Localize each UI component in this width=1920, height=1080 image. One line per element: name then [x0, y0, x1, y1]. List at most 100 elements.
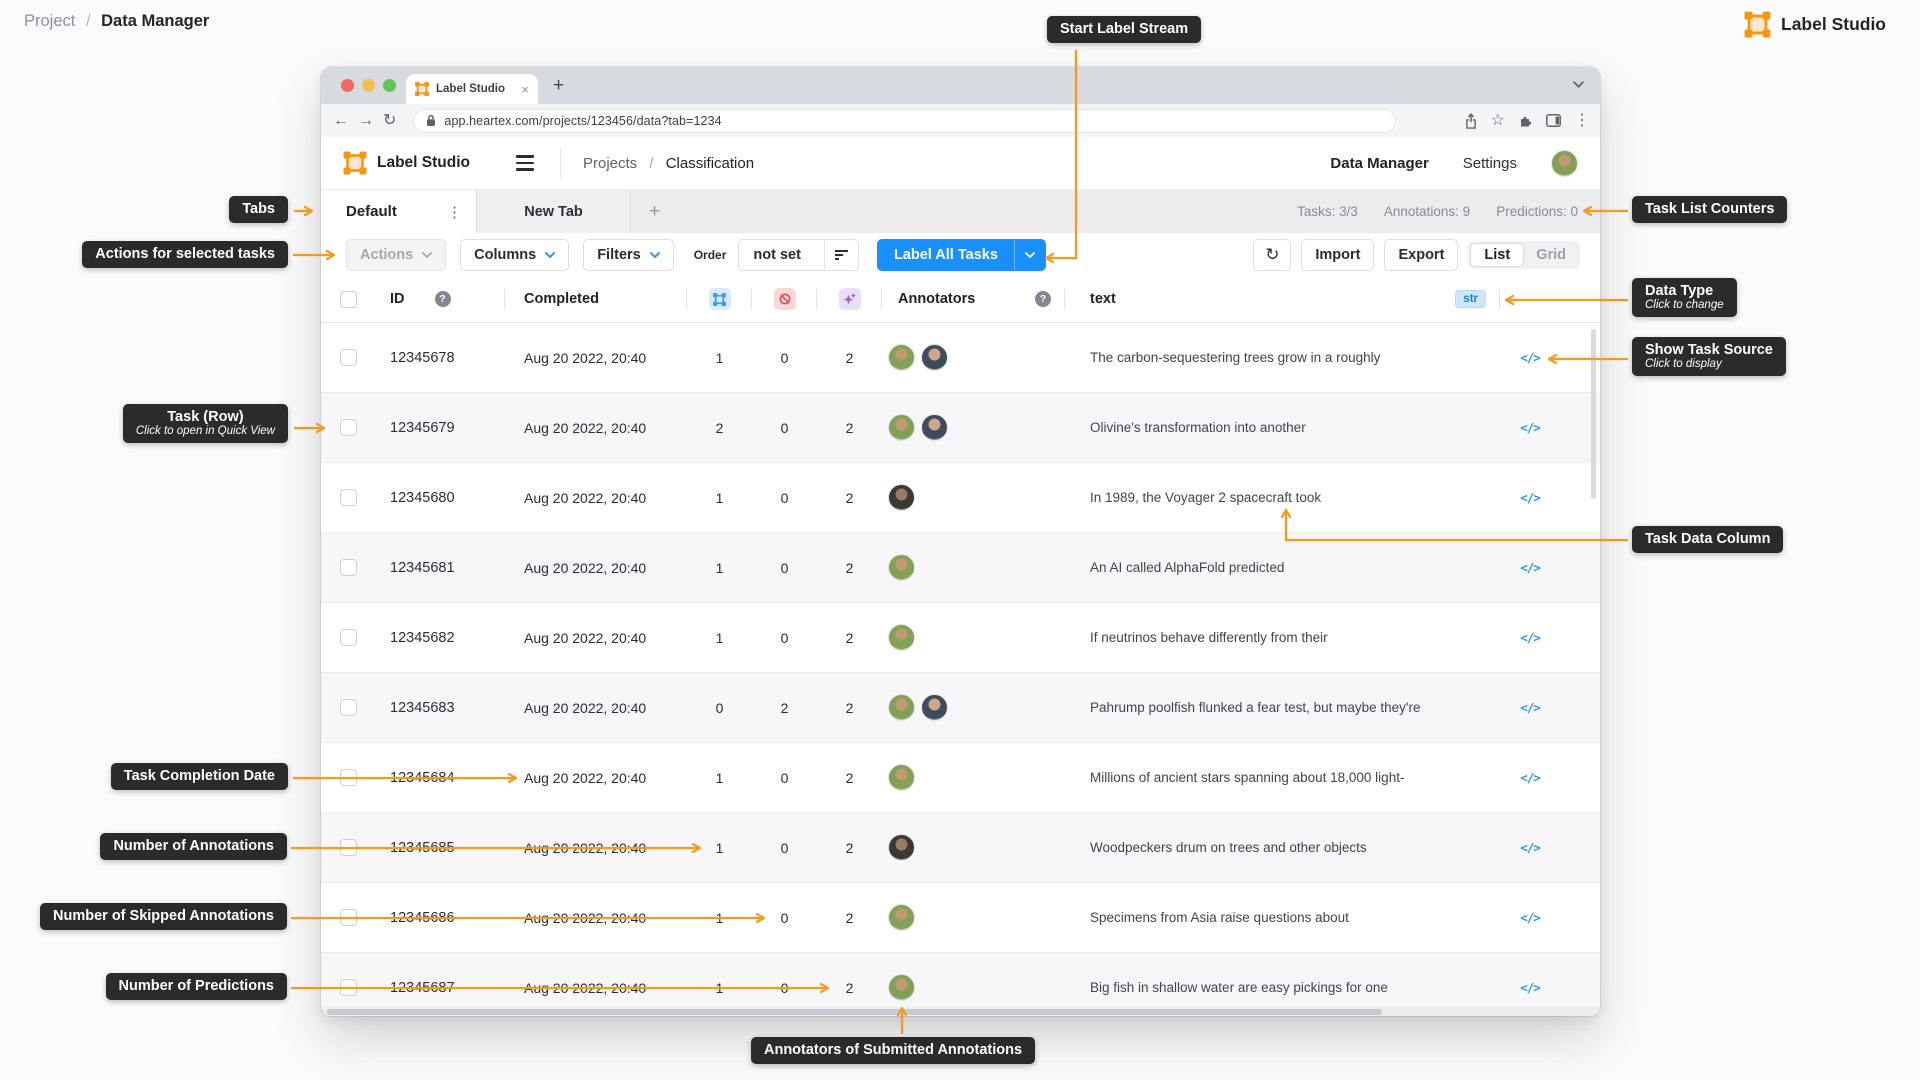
horizontal-scrollbar[interactable]: [321, 1007, 1600, 1016]
extension-icon[interactable]: [1518, 113, 1533, 128]
grid-view-button[interactable]: Grid: [1524, 244, 1578, 266]
predictions-count: 2: [845, 349, 854, 366]
callout-task-list-counters: Task List Counters: [1632, 196, 1788, 223]
breadcrumb-projects-link[interactable]: Projects: [583, 155, 637, 172]
task-id: 12345678: [390, 349, 455, 366]
browser-tab[interactable]: Label Studio ×: [406, 74, 538, 104]
show-source-icon[interactable]: </>: [1520, 770, 1541, 785]
chevron-down-icon[interactable]: [1573, 81, 1584, 88]
col-text-label[interactable]: text: [1090, 291, 1116, 307]
skipped-column-icon[interactable]: [773, 288, 796, 310]
row-checkbox[interactable]: [339, 699, 357, 716]
export-button[interactable]: Export: [1384, 238, 1459, 271]
data-type-badge[interactable]: str: [1455, 290, 1486, 308]
import-button[interactable]: Import: [1301, 238, 1375, 271]
row-checkbox[interactable]: [339, 559, 357, 576]
new-tab-icon[interactable]: +: [553, 75, 564, 97]
app-breadcrumb: Projects / Classification: [583, 154, 755, 172]
show-source-icon[interactable]: </>: [1520, 630, 1541, 645]
sort-icon[interactable]: [823, 239, 858, 270]
table-row[interactable]: 12345681 Aug 20 2022, 20:40 1 0 2 An AI …: [321, 533, 1600, 603]
row-checkbox[interactable]: [339, 349, 357, 366]
minimize-window-button[interactable]: [362, 79, 375, 92]
table-row[interactable]: 12345682 Aug 20 2022, 20:40 1 0 2 If neu…: [321, 603, 1600, 673]
show-source-icon[interactable]: </>: [1520, 700, 1541, 715]
task-text: Big fish in shallow water are easy picki…: [1090, 980, 1388, 995]
tab-new-tab[interactable]: New Tab: [476, 190, 631, 233]
tab-default[interactable]: Default ⋮: [321, 190, 476, 233]
browser-window: Label Studio × + ← → ↻ app.heartex.com/p…: [321, 67, 1600, 1016]
table-row[interactable]: 12345686 Aug 20 2022, 20:40 1 0 2 Specim…: [321, 883, 1600, 953]
view-toggle: List Grid: [1468, 240, 1580, 269]
annotations-column-icon[interactable]: [708, 288, 731, 310]
forward-icon[interactable]: →: [358, 112, 374, 129]
table-row[interactable]: 12345684 Aug 20 2022, 20:40 1 0 2 Millio…: [321, 743, 1600, 813]
table-header: ID ? Completed Annotators ? text str: [321, 276, 1600, 323]
task-completed-date: Aug 20 2022, 20:40: [524, 769, 647, 786]
add-tab-icon[interactable]: +: [649, 201, 660, 223]
zoom-window-button[interactable]: [383, 79, 396, 92]
row-checkbox[interactable]: [339, 629, 357, 646]
list-view-button[interactable]: List: [1470, 242, 1525, 267]
table-row[interactable]: 12345679 Aug 20 2022, 20:40 2 0 2 Olivin…: [321, 393, 1600, 463]
col-completed-label[interactable]: Completed: [524, 291, 599, 307]
help-icon[interactable]: ?: [1035, 291, 1051, 307]
app-logo-icon[interactable]: [343, 151, 367, 175]
close-window-button[interactable]: [341, 79, 354, 92]
breadcrumb: Project / Data Manager: [24, 12, 210, 30]
actions-button[interactable]: Actions: [346, 238, 447, 271]
window-controls[interactable]: [341, 79, 396, 92]
row-checkbox[interactable]: [339, 489, 357, 506]
refresh-button[interactable]: ↻: [1253, 238, 1292, 271]
columns-button[interactable]: Columns: [460, 238, 570, 271]
show-source-icon[interactable]: </>: [1520, 490, 1541, 505]
show-source-icon[interactable]: </>: [1520, 840, 1541, 855]
show-source-icon[interactable]: </>: [1520, 560, 1541, 575]
hamburger-menu-icon[interactable]: [516, 155, 534, 171]
filters-button[interactable]: Filters: [583, 238, 674, 271]
row-checkbox[interactable]: [339, 979, 357, 996]
row-checkbox[interactable]: [339, 419, 357, 436]
show-source-icon[interactable]: </>: [1520, 420, 1541, 435]
row-checkbox[interactable]: [339, 769, 357, 786]
sidebar-icon[interactable]: [1546, 114, 1561, 127]
row-checkbox[interactable]: [339, 909, 357, 926]
task-completed-date: Aug 20 2022, 20:40: [524, 419, 647, 436]
nav-data-manager[interactable]: Data Manager: [1330, 155, 1428, 172]
skipped-count: 0: [780, 909, 789, 926]
table-row[interactable]: 12345685 Aug 20 2022, 20:40 1 0 2 Woodpe…: [321, 813, 1600, 883]
annotator-avatar: [888, 414, 915, 441]
select-all-checkbox[interactable]: [339, 290, 357, 308]
col-id-label[interactable]: ID: [390, 291, 405, 307]
address-bar[interactable]: app.heartex.com/projects/123456/data?tab…: [413, 108, 1397, 133]
nav-settings[interactable]: Settings: [1463, 155, 1517, 172]
back-icon[interactable]: ←: [333, 112, 349, 129]
close-tab-icon[interactable]: ×: [521, 82, 529, 97]
table-row[interactable]: 12345678 Aug 20 2022, 20:40 1 0 2 The ca…: [321, 323, 1600, 393]
label-all-tasks-button[interactable]: Label All Tasks: [876, 238, 1046, 271]
show-source-icon[interactable]: </>: [1520, 350, 1541, 365]
annotations-count: 1: [715, 839, 724, 856]
breadcrumb-project[interactable]: Project: [24, 12, 75, 30]
table-row[interactable]: 12345680 Aug 20 2022, 20:40 1 0 2 In 198…: [321, 463, 1600, 533]
col-annotators-label[interactable]: Annotators: [898, 291, 975, 307]
chevron-down-icon[interactable]: [1013, 239, 1045, 270]
help-icon[interactable]: ?: [434, 291, 451, 307]
browser-menu-kebab-icon[interactable]: ⋮: [1574, 112, 1590, 129]
predictions-count: 2: [845, 839, 854, 856]
chevron-down-icon: [649, 251, 660, 258]
predictions-column-icon[interactable]: [838, 288, 861, 310]
vertical-scrollbar[interactable]: [1591, 329, 1596, 499]
share-icon[interactable]: [1464, 112, 1478, 129]
browser-tab-strip: Label Studio × +: [321, 67, 1600, 104]
bookmark-star-icon[interactable]: ☆: [1491, 112, 1505, 129]
row-checkbox[interactable]: [339, 839, 357, 856]
show-source-icon[interactable]: </>: [1520, 910, 1541, 925]
user-avatar[interactable]: [1551, 149, 1578, 177]
table-row[interactable]: 12345683 Aug 20 2022, 20:40 0 2 2 Pahrum…: [321, 673, 1600, 743]
dm-toolbar: Actions Columns Filters Order not set La…: [321, 233, 1600, 276]
reload-icon[interactable]: ↻: [383, 112, 396, 129]
tab-options-kebab-icon[interactable]: ⋮: [447, 203, 462, 221]
order-button[interactable]: not set: [738, 238, 859, 271]
show-source-icon[interactable]: </>: [1520, 980, 1541, 995]
